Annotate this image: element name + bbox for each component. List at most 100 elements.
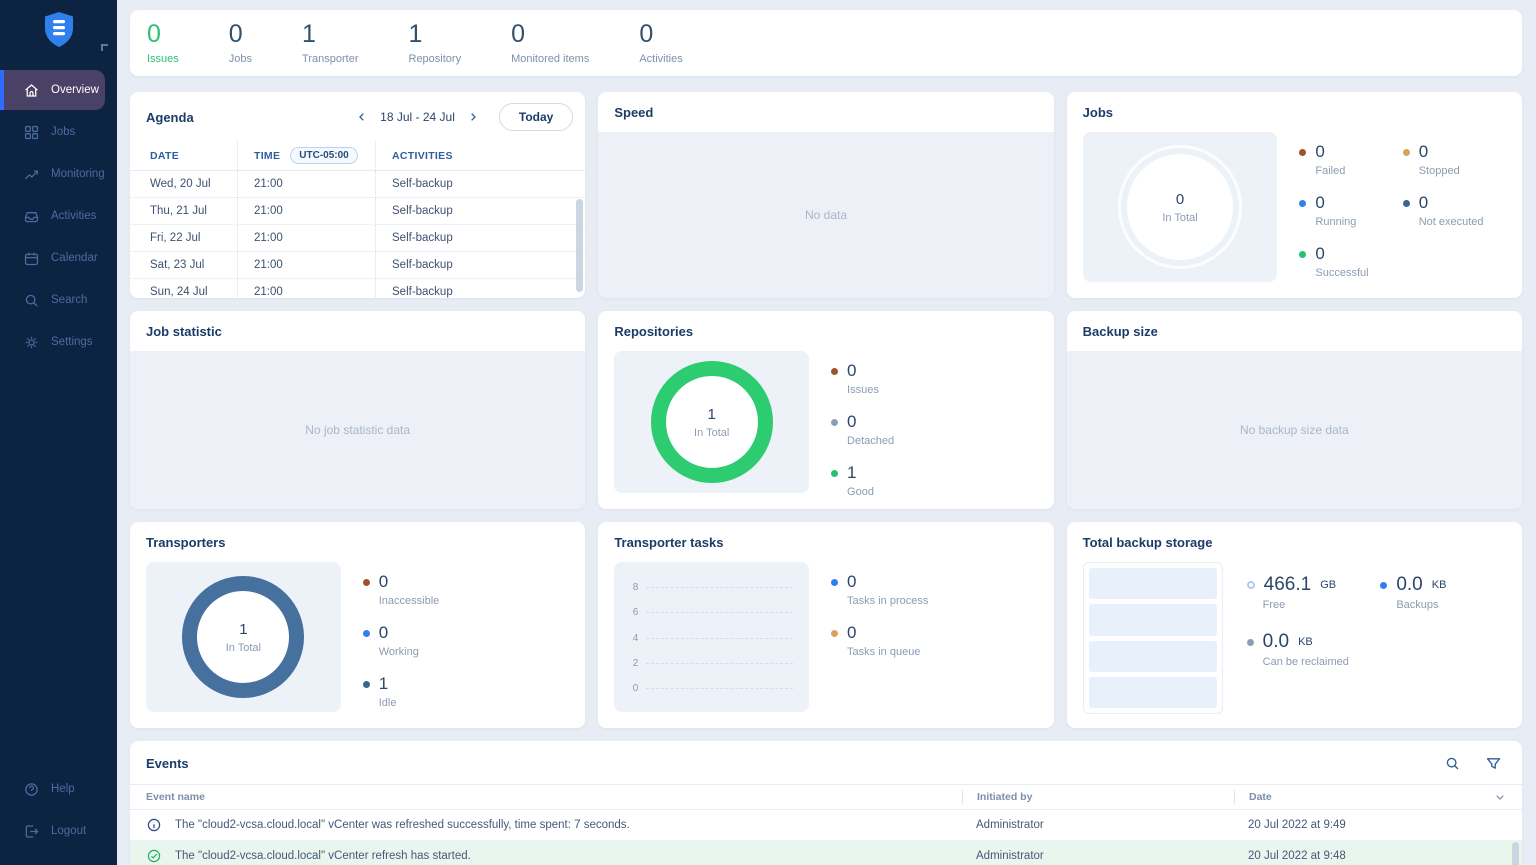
- stat-label: Activities: [639, 53, 682, 65]
- legend-item-can-be-reclaimed: 0.0KB Can be reclaimed: [1247, 631, 1373, 668]
- sidebar-item-monitoring[interactable]: Monitoring: [0, 154, 117, 194]
- sidebar-item-search[interactable]: Search: [0, 280, 117, 320]
- axis-tick: 8: [628, 582, 638, 593]
- jobs-donut-chart: 0 In Total: [1127, 154, 1233, 260]
- legend-dot: [1299, 200, 1306, 207]
- sidebar-item-activities[interactable]: Activities: [0, 196, 117, 236]
- stat-value: 0: [639, 21, 682, 49]
- backup-size-title: Backup size: [1083, 324, 1158, 339]
- legend-dot: [363, 681, 370, 688]
- agenda-activity: Self-backup: [375, 279, 585, 298]
- storage-segment: [1089, 604, 1217, 635]
- sidebar-item-settings[interactable]: Settings: [0, 322, 117, 362]
- events-col-initiated[interactable]: Initiated by: [962, 790, 1234, 804]
- sidebar-footer: Help Logout: [0, 769, 117, 853]
- stat-activities[interactable]: 0 Activities: [639, 21, 682, 65]
- events-card: Events Event name Initiated by Date: [130, 741, 1522, 865]
- legend-dot: [831, 579, 838, 586]
- axis-tick: 6: [628, 607, 638, 618]
- legend-item-not-executed: 0 Not executed: [1403, 193, 1506, 228]
- agenda-title: Agenda: [146, 110, 194, 125]
- agenda-prev-button[interactable]: [354, 109, 370, 125]
- jobs-total-value: 0: [1176, 191, 1184, 208]
- stat-jobs[interactable]: 0 Jobs: [229, 21, 252, 65]
- agenda-date: Sat, 23 Jul: [130, 259, 237, 271]
- legend-item-good: 1 Good: [831, 463, 1038, 498]
- event-initiated-by: Administrator: [962, 819, 1234, 831]
- sidebar-collapse-icon[interactable]: [101, 44, 108, 51]
- chevron-down-icon[interactable]: [1494, 791, 1506, 803]
- agenda-date: Thu, 21 Jul: [130, 205, 237, 217]
- legend-dot: [1403, 149, 1410, 156]
- sidebar-item-label: Monitoring: [51, 168, 105, 180]
- sidebar-item-calendar[interactable]: Calendar: [0, 238, 117, 278]
- app-logo[interactable]: [0, 0, 117, 58]
- legend-dot: [831, 368, 838, 375]
- total-backup-storage-card: Total backup storage 466.1GB Free 0.0KB …: [1067, 522, 1522, 728]
- legend-item-tasks-in-process: 0 Tasks in process: [831, 572, 1038, 607]
- agenda-next-button[interactable]: [465, 109, 481, 125]
- legend-dot: [363, 630, 370, 637]
- check-circle-icon: [146, 848, 162, 864]
- axis-tick: 0: [628, 683, 638, 694]
- agenda-col-date: DATE: [130, 150, 237, 162]
- sidebar-item-logout[interactable]: Logout: [0, 811, 117, 851]
- agenda-col-time: TIME: [254, 150, 280, 162]
- repositories-total-value: 1: [708, 406, 716, 423]
- event-date: 20 Jul 2022 at 9:48: [1234, 850, 1506, 862]
- legend-dot: [1299, 251, 1306, 258]
- legend-dot: [1299, 149, 1306, 156]
- agenda-time: 21:00: [237, 252, 375, 278]
- legend-item-backups: 0.0KB Backups: [1380, 574, 1506, 611]
- events-scrollbar[interactable]: [1512, 842, 1519, 865]
- agenda-activity: Self-backup: [375, 225, 585, 251]
- agenda-scrollbar[interactable]: [576, 199, 583, 292]
- agenda-date: Sun, 24 Jul: [130, 286, 237, 298]
- event-date: 20 Jul 2022 at 9:49: [1234, 819, 1506, 831]
- jobs-donut-panel: 0 In Total: [1083, 132, 1278, 282]
- legend-item-successful: 0 Successful: [1299, 244, 1402, 279]
- axis-tick: 2: [628, 658, 638, 669]
- agenda-row: Sun, 24 Jul 21:00 Self-backup: [130, 279, 585, 298]
- legend-dot: [1403, 200, 1410, 207]
- stat-transporter[interactable]: 1 Transporter: [302, 21, 358, 65]
- stat-issues[interactable]: 0 Issues: [147, 21, 179, 65]
- storage-segment: [1089, 568, 1217, 599]
- legend-dot: [1380, 582, 1387, 589]
- legend-dot: [831, 470, 838, 477]
- events-search-button[interactable]: [1442, 753, 1463, 774]
- legend-item-stopped: 0 Stopped: [1403, 142, 1506, 177]
- sidebar-item-help[interactable]: Help: [0, 769, 117, 809]
- storage-segment: [1089, 677, 1217, 708]
- events-col-name[interactable]: Event name: [146, 791, 962, 803]
- legend-item-running: 0 Running: [1299, 193, 1402, 228]
- agenda-row: Sat, 23 Jul 21:00 Self-backup: [130, 252, 585, 279]
- events-filter-button[interactable]: [1483, 753, 1504, 774]
- sidebar-item-jobs[interactable]: Jobs: [0, 112, 117, 152]
- transporters-title: Transporters: [146, 535, 225, 550]
- sidebar-item-overview[interactable]: Overview: [0, 70, 105, 110]
- sidebar-item-label: Logout: [51, 825, 86, 837]
- events-col-date[interactable]: Date: [1234, 790, 1494, 804]
- search-icon: [23, 292, 40, 309]
- stat-repository[interactable]: 1 Repository: [409, 21, 462, 65]
- job-statistic-card: Job statistic No job statistic data: [130, 311, 585, 509]
- sidebar-item-label: Overview: [51, 84, 99, 96]
- transporter-tasks-card: Transporter tasks 8 6 4 2 0 0 Tasks in p…: [598, 522, 1053, 728]
- chevron-left-icon: [356, 111, 368, 123]
- jobs-card: Jobs 0 In Total 0 Failed 0: [1067, 92, 1522, 298]
- axis-tick: 4: [628, 633, 638, 644]
- events-title: Events: [146, 756, 189, 771]
- agenda-table: DATE TIME UTC-05:00 ACTIVITIES Wed, 20 J…: [130, 141, 585, 298]
- stat-monitored-items[interactable]: 0 Monitored items: [511, 21, 589, 65]
- calendar-icon: [23, 250, 40, 267]
- stat-value: 0: [511, 21, 589, 49]
- speed-empty-message: No data: [805, 208, 847, 222]
- agenda-card: Agenda 18 Jul - 24 Jul Today DATE TIME U…: [130, 92, 585, 298]
- jobs-total-label: In Total: [1162, 212, 1197, 224]
- transporters-card: Transporters 1 In Total 0 Inaccessible 0: [130, 522, 585, 728]
- today-button[interactable]: Today: [499, 103, 573, 131]
- agenda-activity: Self-backup: [375, 252, 585, 278]
- agenda-time: 21:00: [237, 225, 375, 251]
- filter-funnel-icon: [1485, 755, 1502, 772]
